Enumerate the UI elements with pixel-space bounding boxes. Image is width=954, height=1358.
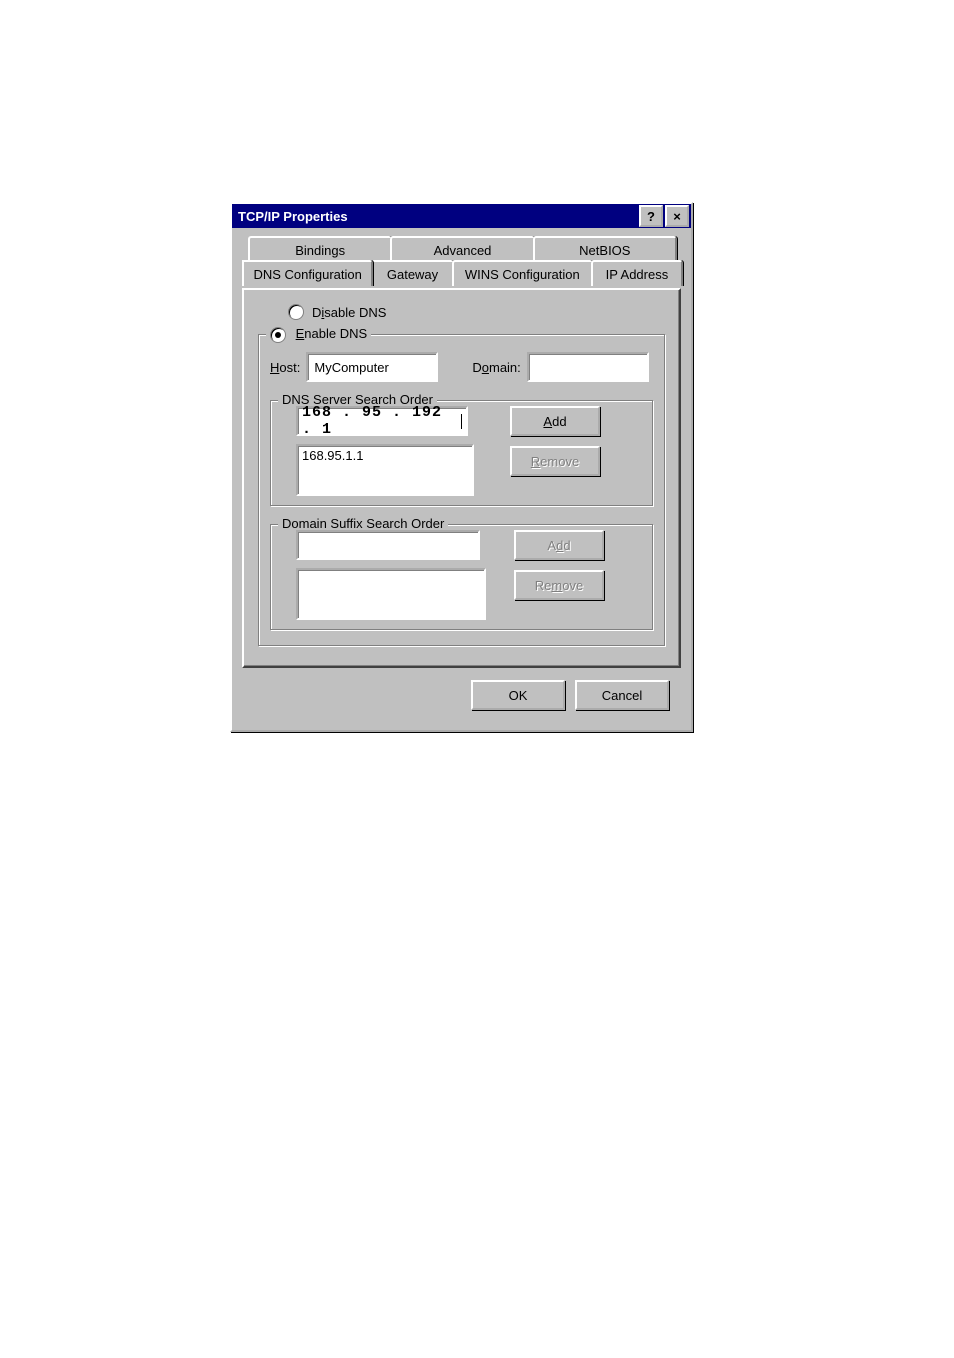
text-cursor-icon <box>461 414 462 429</box>
tab-netbios[interactable]: NetBIOS <box>533 236 677 262</box>
tab-label: NetBIOS <box>579 243 630 258</box>
ok-button[interactable]: OK <box>471 680 565 710</box>
dns-ip-value: 168 . 95 . 192 . 1 <box>302 404 460 438</box>
tab-label: DNS Configuration <box>253 267 361 282</box>
suffix-input[interactable] <box>296 530 480 560</box>
tab-strip: Bindings Advanced NetBIOS DNS Configurat… <box>242 236 681 290</box>
domain-input[interactable] <box>527 352 649 382</box>
dialog-buttons: OK Cancel <box>242 668 681 722</box>
domain-suffix-group: Domain Suffix Search Order <box>270 516 653 630</box>
host-domain-row: Host: Domain: <box>270 352 653 382</box>
tab-bindings[interactable]: Bindings <box>248 236 392 262</box>
tab-gateway[interactable]: Gateway <box>371 260 453 286</box>
dns-remove-button[interactable]: Remove <box>510 446 600 476</box>
tcpip-properties-dialog: TCP/IP Properties ? × Bindings Advanced … <box>230 202 693 732</box>
tab-label: IP Address <box>606 267 669 282</box>
dns-configuration-panel: Disable DNS Enable DNS Host: <box>242 288 681 668</box>
ok-label: OK <box>509 688 528 703</box>
cancel-label: Cancel <box>602 688 642 703</box>
window-title: TCP/IP Properties <box>234 209 637 224</box>
help-icon: ? <box>647 210 655 223</box>
close-button[interactable]: × <box>665 205 689 227</box>
tab-wins-configuration[interactable]: WINS Configuration <box>452 260 593 286</box>
tab-label: Advanced <box>434 243 492 258</box>
enable-dns-group: Enable DNS Host: Domain: <box>258 326 665 646</box>
domain-input-field[interactable] <box>533 359 643 376</box>
disable-dns-radio-row[interactable]: Disable DNS <box>288 304 665 320</box>
disable-dns-radio[interactable] <box>288 304 304 320</box>
host-label: Host: <box>270 360 300 375</box>
cancel-button[interactable]: Cancel <box>575 680 669 710</box>
disable-dns-label: Disable DNS <box>312 305 386 320</box>
dns-servers-group: DNS Server Search Order 168 . 95 . 192 .… <box>270 392 653 506</box>
tab-dns-configuration[interactable]: DNS Configuration <box>242 260 373 286</box>
tab-label: Bindings <box>295 243 345 258</box>
dns-server-list[interactable]: 168.95.1.1 <box>296 444 474 496</box>
help-button[interactable]: ? <box>639 205 663 227</box>
list-item[interactable]: 168.95.1.1 <box>302 448 468 463</box>
host-input-field[interactable] <box>312 359 432 376</box>
dialog-client: Bindings Advanced NetBIOS DNS Configurat… <box>232 228 691 730</box>
tab-ip-address[interactable]: IP Address <box>591 260 683 286</box>
titlebar: TCP/IP Properties ? × <box>232 204 691 228</box>
domain-suffix-title: Domain Suffix Search Order <box>278 516 448 531</box>
suffix-add-button[interactable]: Add <box>514 530 604 560</box>
close-icon: × <box>673 210 681 223</box>
tab-label: Gateway <box>387 267 438 282</box>
dns-ip-input[interactable]: 168 . 95 . 192 . 1 <box>296 406 468 436</box>
tab-label: WINS Configuration <box>465 267 580 282</box>
suffix-list[interactable] <box>296 568 486 620</box>
suffix-input-field[interactable] <box>302 537 474 554</box>
domain-label: Domain: <box>472 360 520 375</box>
host-input[interactable] <box>306 352 438 382</box>
dns-add-button[interactable]: Add <box>510 406 600 436</box>
tab-advanced[interactable]: Advanced <box>390 236 534 262</box>
suffix-remove-button[interactable]: Remove <box>514 570 604 600</box>
